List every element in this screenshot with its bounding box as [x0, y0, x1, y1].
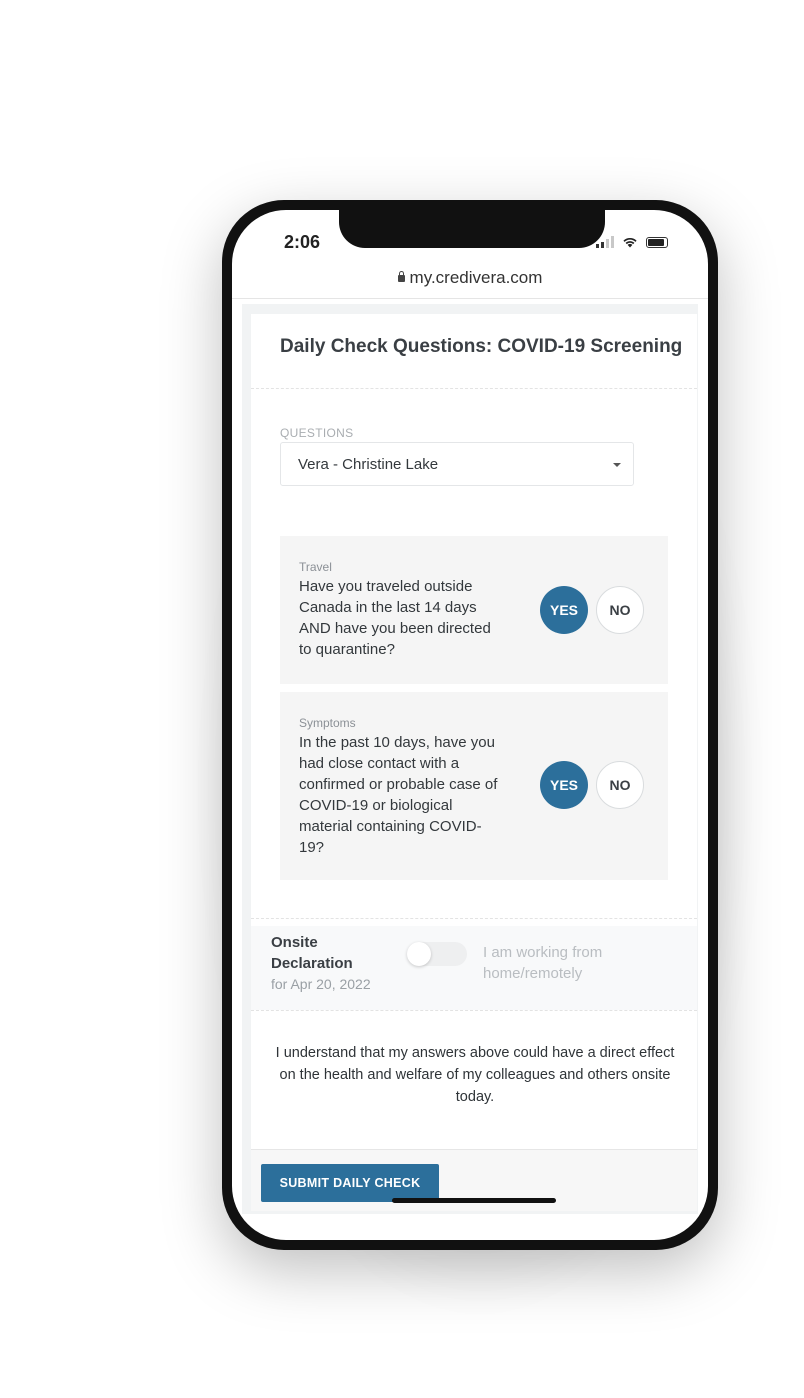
url-text: my.credivera.com	[409, 268, 543, 287]
submit-daily-check-button[interactable]: SUBMIT DAILY CHECK	[261, 1164, 439, 1202]
url-bar[interactable]: my.credivera.com	[232, 266, 708, 299]
daily-check-card: Daily Check Questions: COVID-19 Screenin…	[251, 314, 697, 1211]
yes-button[interactable]: YES	[540, 586, 588, 634]
lock-icon	[397, 271, 405, 282]
remote-work-toggle[interactable]	[407, 942, 467, 966]
battery-icon	[646, 236, 668, 248]
divider	[251, 918, 697, 919]
questions-label: QUESTIONS	[280, 426, 354, 440]
remote-work-label: I am working from home/remotely	[483, 944, 603, 982]
questions-select[interactable]: Vera - Christine Lake	[280, 442, 634, 486]
onsite-declaration-row: Onsite Declaration for Apr 20, 2022 I am…	[251, 926, 697, 1010]
disclaimer-text: I understand that my answers above could…	[275, 1045, 675, 1105]
onsite-date: for Apr 20, 2022	[271, 976, 371, 992]
toggle-knob	[407, 942, 431, 966]
question-text: Have you traveled outside Canada in the …	[299, 578, 491, 658]
divider	[251, 388, 697, 389]
status-icons	[596, 236, 668, 248]
questions-select-value: Vera - Christine Lake	[298, 456, 439, 473]
question-category: Travel	[299, 560, 332, 574]
divider	[251, 1010, 697, 1011]
no-button[interactable]: NO	[596, 761, 644, 809]
phone-notch	[339, 210, 605, 248]
wifi-icon	[623, 237, 637, 248]
question-category: Symptoms	[299, 716, 356, 730]
question-text: In the past 10 days, have you had close …	[299, 734, 498, 856]
page-title: Daily Check Questions: COVID-19 Screenin…	[280, 336, 683, 357]
signal-icon	[596, 236, 614, 248]
onsite-title: Onsite Declaration	[271, 934, 353, 972]
question-card-symptoms: Symptoms In the past 10 days, have you h…	[280, 692, 668, 880]
home-indicator[interactable]	[392, 1198, 556, 1203]
caret-down-icon	[613, 463, 621, 467]
status-time: 2:06	[284, 232, 321, 252]
no-button[interactable]: NO	[596, 586, 644, 634]
question-card-travel: Travel Have you traveled outside Canada …	[280, 536, 668, 684]
phone-screen: 2:06 my.credivera.com Daily Check Questi…	[232, 210, 708, 1240]
phone-frame: 2:06 my.credivera.com Daily Check Questi…	[222, 200, 718, 1250]
yes-button[interactable]: YES	[540, 761, 588, 809]
